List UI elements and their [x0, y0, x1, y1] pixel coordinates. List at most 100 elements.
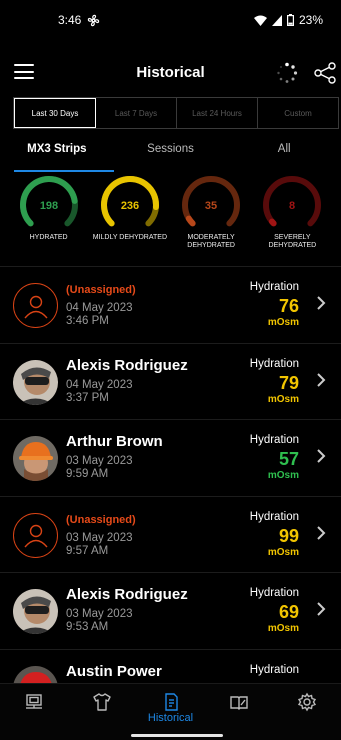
list-item[interactable]: (Unassigned) 04 May 2023 3:46 PM Hydrati…: [0, 266, 341, 343]
shirt-icon: [93, 693, 111, 711]
chevron-right-icon[interactable]: [315, 601, 327, 617]
hydration-value: 79: [278, 372, 299, 393]
gauge-mildly-dehydrated: 236 MILDLY DEHYDRATED: [91, 174, 169, 264]
person-placeholder-icon: [23, 295, 48, 318]
person-name: Alexis Rodriguez: [66, 586, 188, 603]
list-item[interactable]: Alexis Rodriguez 03 May 2023 9:53 AM Hyd…: [0, 572, 341, 649]
avatar: [13, 436, 58, 481]
gauge-value: 198: [39, 200, 57, 212]
avatar: [13, 359, 58, 405]
entry-time: 9:53 AM: [66, 621, 109, 633]
hydration-label: Hydration: [249, 434, 299, 446]
hydration-summary: 198 HYDRATED 236 MILDLY DEHYDRATED 35 MO…: [0, 174, 341, 264]
status-time: 3:46: [58, 13, 82, 27]
hydration-value: 69: [278, 602, 299, 622]
list-item[interactable]: (Unassigned) 03 May 2023 9:57 AM Hydrati…: [0, 495, 341, 573]
gauge-value: 8: [289, 200, 295, 212]
entry-time: 3:46 PM: [66, 315, 109, 327]
tab-mx3-strips[interactable]: MX3 Strips: [0, 138, 114, 172]
chevron-right-icon[interactable]: [315, 295, 327, 311]
entry-date: 03 May 2023: [66, 455, 133, 467]
entry-time: 3:37 PM: [66, 391, 109, 404]
hydration-unit: mOsm: [267, 546, 299, 558]
nav-historical-label: Historical: [147, 712, 194, 724]
range-last-7-days[interactable]: Last 7 Days: [96, 98, 177, 128]
gauge-label: HYDRATED: [29, 234, 68, 241]
chevron-right-icon[interactable]: [315, 372, 327, 388]
person-name: Alexis Rodriguez: [66, 356, 188, 374]
person-name: (Unassigned): [66, 284, 136, 296]
worker-goggles-photo: [13, 589, 58, 634]
tab-bar: MX3 Strips Sessions All: [0, 138, 341, 172]
nav-library[interactable]: [205, 684, 273, 740]
wifi-icon: [253, 15, 267, 26]
historical-icon: [164, 693, 178, 711]
gauge-value: 236: [121, 200, 139, 212]
app-header: Historical: [0, 52, 341, 96]
person-name: (Unassigned): [66, 513, 136, 526]
person-name: Austin Power: [66, 662, 162, 680]
date-range-selector: Last 30 Days Last 7 Days Last 24 Hours C…: [13, 97, 339, 129]
share-icon[interactable]: [313, 61, 337, 85]
hydration-unit: mOsm: [267, 317, 299, 328]
gauge-label: MILDLY DEHYDRATED: [92, 234, 168, 241]
nav-monitor[interactable]: [0, 684, 68, 740]
hydration-label: Hydration: [249, 510, 299, 523]
hydration-value: 99: [278, 525, 299, 546]
book-icon: [230, 696, 248, 710]
hydration-label: Hydration: [249, 281, 299, 293]
nav-strips[interactable]: [68, 684, 136, 740]
avatar: [13, 512, 58, 558]
range-custom[interactable]: Custom: [258, 98, 338, 128]
signal-icon: [271, 14, 282, 26]
hydration-value: 57: [278, 449, 299, 469]
entry-date: 04 May 2023: [66, 378, 133, 391]
person-name: Arthur Brown: [66, 433, 163, 450]
battery-percent: 23%: [298, 13, 323, 27]
gauge-severely-dehydrated: 8 SEVERELY DEHYDRATED: [253, 174, 331, 264]
gauge-hydrated: 198 HYDRATED: [10, 174, 88, 264]
entry-date: 04 May 2023: [66, 302, 133, 314]
nav-historical[interactable]: Historical: [136, 684, 204, 740]
gauge-label: SEVERELY DEHYDRATED: [268, 234, 317, 249]
tab-all[interactable]: All: [227, 138, 341, 172]
fan-icon: [88, 14, 100, 26]
avatar: [13, 283, 58, 328]
worker-hardhat-photo: [13, 436, 58, 481]
home-indicator[interactable]: [131, 734, 223, 737]
gauge-label: MODERATELY DEHYDRATED: [187, 234, 235, 249]
worker-goggles-photo: [13, 359, 58, 405]
chevron-right-icon[interactable]: [315, 525, 327, 541]
range-last-24-hours[interactable]: Last 24 Hours: [177, 98, 258, 128]
hydration-unit: mOsm: [267, 623, 299, 634]
monitor-icon: [26, 694, 43, 709]
battery-icon: [286, 14, 294, 26]
gauge-fill: [269, 218, 277, 227]
hydration-label: Hydration: [249, 357, 299, 370]
gauge-value: 35: [205, 200, 217, 212]
tab-sessions[interactable]: Sessions: [114, 138, 228, 172]
person-placeholder-icon: [23, 524, 48, 548]
avatar: [13, 589, 58, 634]
status-bar: 3:46 23%: [0, 0, 341, 40]
settings-icon: [297, 692, 316, 712]
entry-date: 03 May 2023: [66, 608, 133, 620]
nav-settings[interactable]: [273, 684, 341, 740]
entry-date: 03 May 2023: [66, 531, 133, 544]
gauge-fill: [185, 215, 196, 227]
hydration-label: Hydration: [249, 587, 299, 599]
entry-time: 9:59 AM: [66, 468, 109, 480]
bottom-navigation: Historical: [0, 683, 341, 740]
gauge-moderately-dehydrated: 35 MODERATELY DEHYDRATED: [172, 174, 250, 264]
list-item[interactable]: Alexis Rodriguez 04 May 2023 3:37 PM Hyd…: [0, 342, 341, 420]
hydration-value: 76: [278, 296, 299, 316]
list-item[interactable]: Arthur Brown 03 May 2023 9:59 AM Hydrati…: [0, 419, 341, 496]
history-list: (Unassigned) 04 May 2023 3:46 PM Hydrati…: [0, 266, 341, 725]
range-last-30-days[interactable]: Last 30 Days: [14, 98, 96, 128]
loading-spinner-icon: [277, 62, 298, 83]
entry-time: 9:57 AM: [66, 544, 109, 557]
chevron-right-icon[interactable]: [315, 448, 327, 464]
hydration-unit: mOsm: [267, 393, 299, 405]
hydration-label: Hydration: [249, 663, 299, 676]
hydration-unit: mOsm: [267, 470, 299, 481]
